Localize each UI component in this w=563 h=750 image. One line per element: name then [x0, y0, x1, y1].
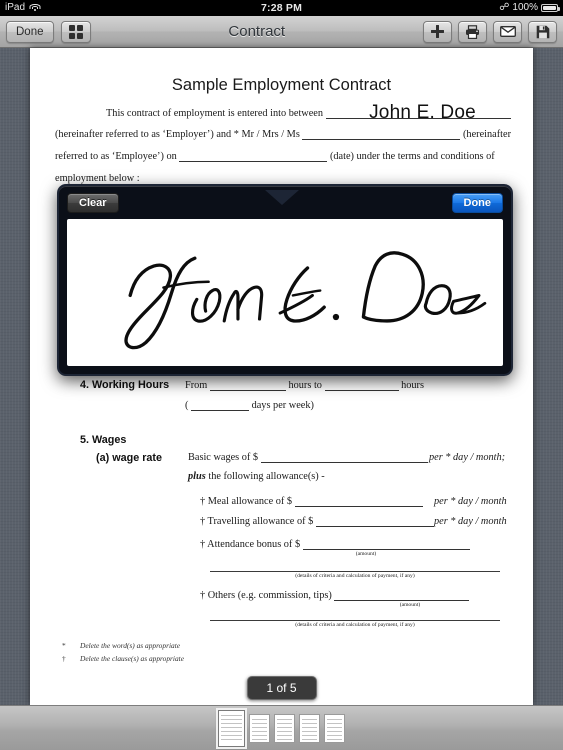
printer-icon	[466, 24, 479, 39]
section-5-subheading: (a) wage rate	[96, 452, 163, 464]
signature-ink-icon	[124, 251, 487, 350]
clock-label: 7:28 PM	[260, 2, 303, 14]
attendance-amount-caption: (amount)	[355, 551, 377, 557]
bluetooth-icon: ☍	[499, 2, 510, 13]
intro-line-1-text: This contract of employment is entered i…	[106, 108, 324, 119]
basic-wages-per-label: per * day / month;	[429, 452, 506, 463]
attendance-bonus-field[interactable]	[302, 549, 470, 550]
travel-allowance-field[interactable]	[315, 526, 434, 527]
others-details-field[interactable]	[210, 620, 500, 621]
section-4-hours-row: From hours to hours	[185, 380, 424, 391]
add-button[interactable]	[423, 20, 452, 43]
intro-line-2: (hereinafter referred to as ‘Employer’) …	[55, 129, 512, 141]
signature-capture-modal[interactable]: Clear Done	[57, 184, 513, 376]
clear-signature-button[interactable]: Clear	[67, 192, 119, 213]
intro-line-3: referred to as ‘Employee’) on (date) und…	[55, 151, 495, 163]
save-button[interactable]	[528, 20, 557, 43]
status-bar-right: ☍ 100%	[302, 0, 563, 16]
hours-to-label: hours to	[288, 380, 322, 391]
travel-per-label: per * day / month	[434, 516, 507, 527]
meal-allowance-field[interactable]	[294, 506, 423, 507]
travel-allowance-row: † Travelling allowance of $	[200, 516, 434, 527]
section-4-heading: 4. Working Hours	[80, 379, 170, 391]
signature-done-button[interactable]: Done	[451, 192, 503, 213]
document-page[interactable]: Sample Employment Contract This contract…	[30, 48, 533, 705]
status-bar-left: iPad	[0, 0, 261, 16]
top-toolbar: Done Contract	[0, 16, 563, 48]
attendance-bonus-label: † Attendance bonus of $	[200, 539, 301, 550]
footnote-mark-1: †	[62, 654, 66, 663]
footnote-text-1: Delete the clause(s) as appropriate	[80, 654, 184, 663]
wifi-icon	[29, 3, 41, 13]
hours-from-field[interactable]	[209, 390, 286, 391]
plus-rest-text: the following allowance(s) -	[208, 471, 325, 482]
basic-wages-field[interactable]	[260, 462, 428, 463]
intro-line-2-post: (hereinafter	[463, 129, 512, 140]
floppy-disk-save-icon	[536, 25, 549, 38]
basic-wages-label: Basic wages of $	[188, 452, 259, 463]
intro-line-2-pre: (hereinafter referred to as ‘Employer’) …	[55, 129, 300, 140]
attendance-details-caption: (details of criteria and calculation of …	[295, 573, 415, 579]
device-name-label: iPad	[5, 2, 26, 13]
meal-allowance-row: † Meal allowance of $	[200, 496, 423, 507]
signed-name-overlay: John E. Doe	[369, 102, 476, 123]
employee-title-field[interactable]	[302, 139, 461, 141]
others-amount-caption: (amount)	[399, 602, 421, 608]
page-thumbnail-1[interactable]	[218, 709, 245, 747]
others-amount-field[interactable]	[334, 600, 470, 601]
page-thumbnail-2[interactable]	[249, 713, 270, 743]
signature-modal-pointer	[264, 190, 299, 205]
plus-allowances-row: plus the following allowance(s) -	[188, 471, 325, 482]
days-paren-open: (	[185, 400, 189, 411]
plus-icon	[431, 25, 444, 38]
signature-drawing-canvas[interactable]	[67, 219, 503, 366]
intro-line-3-post: (date) under the terms and conditions of	[329, 151, 495, 162]
grid-view-icon	[68, 24, 83, 39]
others-row: † Others (e.g. commission, tips)	[200, 590, 470, 601]
done-button[interactable]: Done	[6, 20, 54, 43]
footnote-text-0: Delete the word(s) as appropriate	[80, 641, 181, 650]
page-title: Contract	[228, 23, 286, 40]
envelope-icon	[499, 26, 516, 37]
page-thumbnail-4[interactable]	[299, 713, 320, 743]
intro-line-3-pre: referred to as ‘Employee’) on	[55, 151, 177, 162]
hours-to-field[interactable]	[324, 390, 399, 391]
section-5-heading: 5. Wages	[80, 434, 127, 446]
battery-icon	[541, 3, 560, 13]
print-button[interactable]	[458, 20, 487, 43]
page-indicator: 1 of 5	[246, 676, 317, 700]
footnote-mark-0: *	[62, 641, 66, 650]
from-label: From	[185, 380, 208, 391]
others-label: † Others (e.g. commission, tips)	[200, 590, 332, 601]
hours-label: hours	[401, 380, 424, 391]
page-thumbnail-3[interactable]	[274, 713, 295, 743]
plus-word: plus	[188, 471, 206, 482]
grid-view-button[interactable]	[60, 20, 91, 43]
section-4-days-row: ( days per week)	[185, 400, 314, 411]
page-thumbnail-5[interactable]	[324, 713, 345, 743]
battery-percent-label: 100%	[512, 2, 538, 13]
basic-wages-row: Basic wages of $	[188, 452, 428, 463]
document-content: Sample Employment Contract This contract…	[30, 48, 533, 705]
document-title: Sample Employment Contract	[171, 76, 392, 94]
meal-allowance-label: † Meal allowance of $	[200, 496, 293, 507]
attendance-details-field[interactable]	[210, 571, 500, 572]
date-field[interactable]	[179, 161, 328, 163]
mail-button[interactable]	[493, 20, 522, 43]
travel-allowance-label: † Travelling allowance of $	[200, 516, 314, 527]
status-bar: iPad 7:28 PM ☍ 100%	[0, 0, 563, 16]
toolbar-actions	[423, 20, 557, 43]
others-details-caption: (details of criteria and calculation of …	[295, 622, 415, 628]
attendance-bonus-row: † Attendance bonus of $	[200, 539, 470, 550]
days-per-week-label: days per week)	[251, 400, 314, 411]
days-per-week-field[interactable]	[191, 410, 250, 411]
intro-line-4: employment below :	[55, 173, 140, 184]
meal-per-label: per * day / month	[434, 496, 507, 507]
thumbnail-bar	[0, 705, 563, 750]
